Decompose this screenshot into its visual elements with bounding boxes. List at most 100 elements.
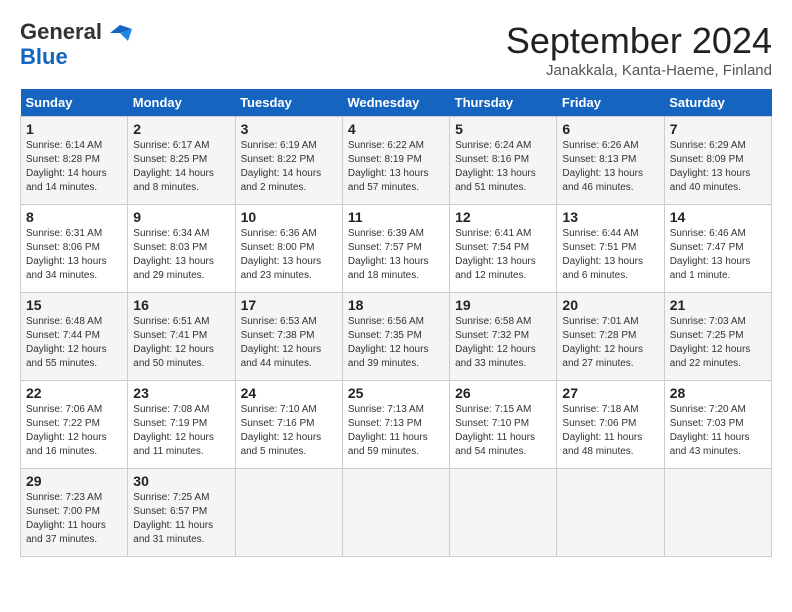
calendar-cell [450, 469, 557, 557]
day-number: 15 [26, 297, 122, 313]
sunset-label: Sunset: 8:09 PM [670, 154, 744, 165]
daylight-label: Daylight: 13 hours and 34 minutes. [26, 256, 107, 281]
calendar-cell: 4 Sunrise: 6:22 AM Sunset: 8:19 PM Dayli… [342, 117, 449, 205]
daylight-label: Daylight: 13 hours and 46 minutes. [562, 168, 643, 193]
logo: General Blue [20, 20, 132, 70]
weekday-header-row: Sunday Monday Tuesday Wednesday Thursday… [21, 89, 772, 117]
sunrise-label: Sunrise: 7:15 AM [455, 404, 531, 415]
day-number: 26 [455, 385, 551, 401]
day-info: Sunrise: 6:34 AM Sunset: 8:03 PM Dayligh… [133, 227, 229, 283]
logo-bird-icon [110, 25, 132, 41]
calendar-cell: 16 Sunrise: 6:51 AM Sunset: 7:41 PM Dayl… [128, 293, 235, 381]
day-info: Sunrise: 6:17 AM Sunset: 8:25 PM Dayligh… [133, 139, 229, 195]
day-info: Sunrise: 6:58 AM Sunset: 7:32 PM Dayligh… [455, 315, 551, 371]
sunrise-label: Sunrise: 7:23 AM [26, 492, 102, 503]
sunrise-label: Sunrise: 6:36 AM [241, 228, 317, 239]
day-info: Sunrise: 6:44 AM Sunset: 7:51 PM Dayligh… [562, 227, 658, 283]
day-number: 20 [562, 297, 658, 313]
location-title: Janakkala, Kanta-Haeme, Finland [506, 62, 772, 79]
day-info: Sunrise: 7:10 AM Sunset: 7:16 PM Dayligh… [241, 403, 337, 459]
calendar-cell: 28 Sunrise: 7:20 AM Sunset: 7:03 PM Dayl… [664, 381, 771, 469]
daylight-label: Daylight: 11 hours and 59 minutes. [348, 432, 428, 457]
sunset-label: Sunset: 8:03 PM [133, 242, 207, 253]
logo-general: General [20, 20, 132, 44]
calendar-cell: 19 Sunrise: 6:58 AM Sunset: 7:32 PM Dayl… [450, 293, 557, 381]
page-header: General Blue September 2024 Janakkala, K… [20, 20, 772, 79]
daylight-label: Daylight: 11 hours and 37 minutes. [26, 520, 106, 545]
daylight-label: Daylight: 12 hours and 11 minutes. [133, 432, 214, 457]
day-info: Sunrise: 7:23 AM Sunset: 7:00 PM Dayligh… [26, 491, 122, 547]
calendar-cell [235, 469, 342, 557]
sunset-label: Sunset: 7:44 PM [26, 330, 100, 341]
day-info: Sunrise: 6:36 AM Sunset: 8:00 PM Dayligh… [241, 227, 337, 283]
sunset-label: Sunset: 7:51 PM [562, 242, 636, 253]
day-number: 13 [562, 209, 658, 225]
sunset-label: Sunset: 8:19 PM [348, 154, 422, 165]
day-number: 27 [562, 385, 658, 401]
sunrise-label: Sunrise: 6:19 AM [241, 140, 317, 151]
daylight-label: Daylight: 13 hours and 12 minutes. [455, 256, 536, 281]
header-tuesday: Tuesday [235, 89, 342, 117]
day-info: Sunrise: 6:19 AM Sunset: 8:22 PM Dayligh… [241, 139, 337, 195]
sunrise-label: Sunrise: 6:44 AM [562, 228, 638, 239]
day-number: 7 [670, 121, 766, 137]
day-number: 3 [241, 121, 337, 137]
calendar-cell [557, 469, 664, 557]
calendar-cell: 8 Sunrise: 6:31 AM Sunset: 8:06 PM Dayli… [21, 205, 128, 293]
sunrise-label: Sunrise: 6:17 AM [133, 140, 209, 151]
calendar-cell: 1 Sunrise: 6:14 AM Sunset: 8:28 PM Dayli… [21, 117, 128, 205]
calendar-cell: 5 Sunrise: 6:24 AM Sunset: 8:16 PM Dayli… [450, 117, 557, 205]
sunrise-label: Sunrise: 6:46 AM [670, 228, 746, 239]
sunrise-label: Sunrise: 6:58 AM [455, 316, 531, 327]
logo-blue: Blue [20, 44, 68, 70]
calendar-cell: 2 Sunrise: 6:17 AM Sunset: 8:25 PM Dayli… [128, 117, 235, 205]
daylight-label: Daylight: 11 hours and 31 minutes. [133, 520, 213, 545]
sunset-label: Sunset: 8:13 PM [562, 154, 636, 165]
sunset-label: Sunset: 7:22 PM [26, 418, 100, 429]
sunset-label: Sunset: 7:00 PM [26, 506, 100, 517]
sunset-label: Sunset: 7:06 PM [562, 418, 636, 429]
daylight-label: Daylight: 13 hours and 40 minutes. [670, 168, 751, 193]
week-row-2: 8 Sunrise: 6:31 AM Sunset: 8:06 PM Dayli… [21, 205, 772, 293]
daylight-label: Daylight: 11 hours and 48 minutes. [562, 432, 642, 457]
day-info: Sunrise: 6:26 AM Sunset: 8:13 PM Dayligh… [562, 139, 658, 195]
day-number: 14 [670, 209, 766, 225]
header-wednesday: Wednesday [342, 89, 449, 117]
title-section: September 2024 Janakkala, Kanta-Haeme, F… [506, 20, 772, 79]
calendar-cell: 25 Sunrise: 7:13 AM Sunset: 7:13 PM Dayl… [342, 381, 449, 469]
sunset-label: Sunset: 7:41 PM [133, 330, 207, 341]
sunset-label: Sunset: 8:00 PM [241, 242, 315, 253]
daylight-label: Daylight: 12 hours and 16 minutes. [26, 432, 107, 457]
daylight-label: Daylight: 12 hours and 44 minutes. [241, 344, 322, 369]
calendar-cell: 22 Sunrise: 7:06 AM Sunset: 7:22 PM Dayl… [21, 381, 128, 469]
daylight-label: Daylight: 13 hours and 57 minutes. [348, 168, 429, 193]
sunrise-label: Sunrise: 7:25 AM [133, 492, 209, 503]
calendar-cell: 9 Sunrise: 6:34 AM Sunset: 8:03 PM Dayli… [128, 205, 235, 293]
calendar-cell: 27 Sunrise: 7:18 AM Sunset: 7:06 PM Dayl… [557, 381, 664, 469]
day-info: Sunrise: 6:22 AM Sunset: 8:19 PM Dayligh… [348, 139, 444, 195]
sunrise-label: Sunrise: 7:06 AM [26, 404, 102, 415]
sunset-label: Sunset: 7:47 PM [670, 242, 744, 253]
calendar-cell: 29 Sunrise: 7:23 AM Sunset: 7:00 PM Dayl… [21, 469, 128, 557]
calendar-cell: 14 Sunrise: 6:46 AM Sunset: 7:47 PM Dayl… [664, 205, 771, 293]
day-number: 30 [133, 473, 229, 489]
day-number: 25 [348, 385, 444, 401]
sunrise-label: Sunrise: 6:29 AM [670, 140, 746, 151]
day-info: Sunrise: 7:06 AM Sunset: 7:22 PM Dayligh… [26, 403, 122, 459]
calendar-cell: 20 Sunrise: 7:01 AM Sunset: 7:28 PM Dayl… [557, 293, 664, 381]
daylight-label: Daylight: 14 hours and 14 minutes. [26, 168, 107, 193]
calendar-table: Sunday Monday Tuesday Wednesday Thursday… [20, 89, 772, 557]
week-row-3: 15 Sunrise: 6:48 AM Sunset: 7:44 PM Dayl… [21, 293, 772, 381]
daylight-label: Daylight: 13 hours and 51 minutes. [455, 168, 536, 193]
day-info: Sunrise: 7:03 AM Sunset: 7:25 PM Dayligh… [670, 315, 766, 371]
calendar-cell [342, 469, 449, 557]
calendar-cell: 13 Sunrise: 6:44 AM Sunset: 7:51 PM Dayl… [557, 205, 664, 293]
sunrise-label: Sunrise: 7:03 AM [670, 316, 746, 327]
daylight-label: Daylight: 12 hours and 55 minutes. [26, 344, 107, 369]
day-number: 23 [133, 385, 229, 401]
sunrise-label: Sunrise: 6:34 AM [133, 228, 209, 239]
day-number: 12 [455, 209, 551, 225]
calendar-cell: 10 Sunrise: 6:36 AM Sunset: 8:00 PM Dayl… [235, 205, 342, 293]
day-number: 22 [26, 385, 122, 401]
sunrise-label: Sunrise: 7:01 AM [562, 316, 638, 327]
